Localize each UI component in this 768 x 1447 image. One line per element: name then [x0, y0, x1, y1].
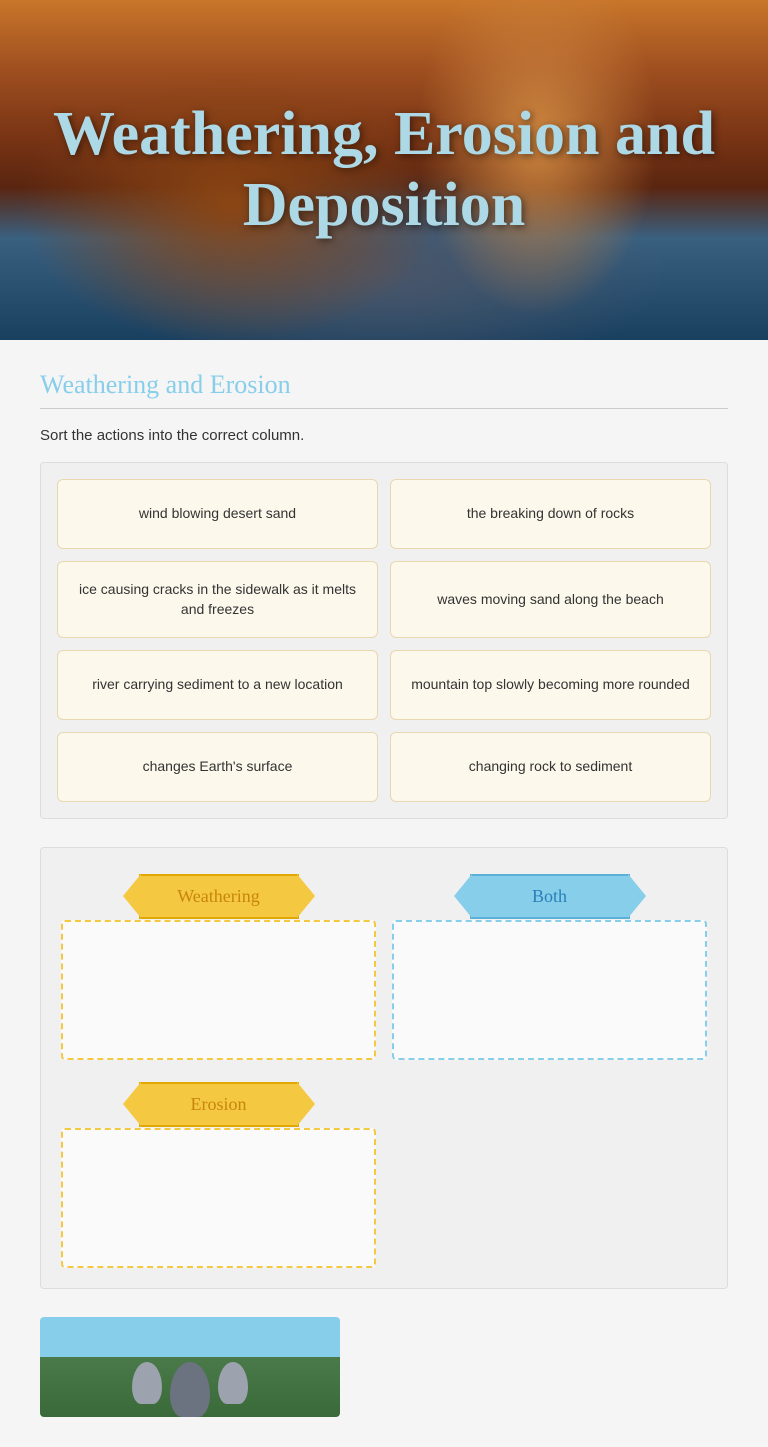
empty-bottom-right: [392, 1076, 707, 1268]
card-river-sediment[interactable]: river carrying sediment to a new locatio…: [57, 650, 378, 720]
both-column: Both: [392, 868, 707, 1060]
top-dropzones-row: Weathering Both: [61, 868, 707, 1060]
weathering-column: Weathering: [61, 868, 376, 1060]
both-banner: Both: [470, 874, 630, 919]
card-waves-sand[interactable]: waves moving sand along the beach: [390, 561, 711, 638]
weathering-dropzone[interactable]: [61, 920, 376, 1060]
cards-container: wind blowing desert sand the breaking do…: [40, 462, 728, 819]
card-changing-rock[interactable]: changing rock to sediment: [390, 732, 711, 802]
section-heading: Weathering and Erosion: [40, 370, 728, 400]
bottom-image-preview: [40, 1317, 340, 1417]
cards-grid: wind blowing desert sand the breaking do…: [57, 479, 711, 802]
rock-shape-small: [132, 1362, 162, 1404]
rock-shapes: [132, 1362, 248, 1417]
weathering-banner-wrapper: Weathering: [61, 868, 376, 924]
both-dropzone[interactable]: [392, 920, 707, 1060]
rock-shape-small-2: [218, 1362, 248, 1404]
card-wind-blowing[interactable]: wind blowing desert sand: [57, 479, 378, 549]
card-changes-earth[interactable]: changes Earth's surface: [57, 732, 378, 802]
hero-section: Weathering, Erosion and Deposition: [0, 0, 768, 340]
erosion-column: Erosion: [61, 1076, 376, 1268]
erosion-banner-wrapper: Erosion: [61, 1076, 376, 1132]
erosion-banner: Erosion: [139, 1082, 299, 1127]
card-breaking-down[interactable]: the breaking down of rocks: [390, 479, 711, 549]
card-mountain-rounded[interactable]: mountain top slowly becoming more rounde…: [390, 650, 711, 720]
dropzones-container: Weathering Both E: [40, 847, 728, 1289]
hero-title: Weathering, Erosion and Deposition: [0, 99, 768, 242]
section-divider: [40, 408, 728, 409]
rock-shape-large: [170, 1362, 210, 1417]
bottom-dropzones-row: Erosion: [61, 1076, 707, 1268]
main-content: Weathering and Erosion Sort the actions …: [0, 340, 768, 1447]
both-banner-wrapper: Both: [392, 868, 707, 924]
erosion-dropzone[interactable]: [61, 1128, 376, 1268]
weathering-banner: Weathering: [139, 874, 299, 919]
sort-instruction: Sort the actions into the correct column…: [40, 427, 728, 444]
card-ice-cracks[interactable]: ice causing cracks in the sidewalk as it…: [57, 561, 378, 638]
